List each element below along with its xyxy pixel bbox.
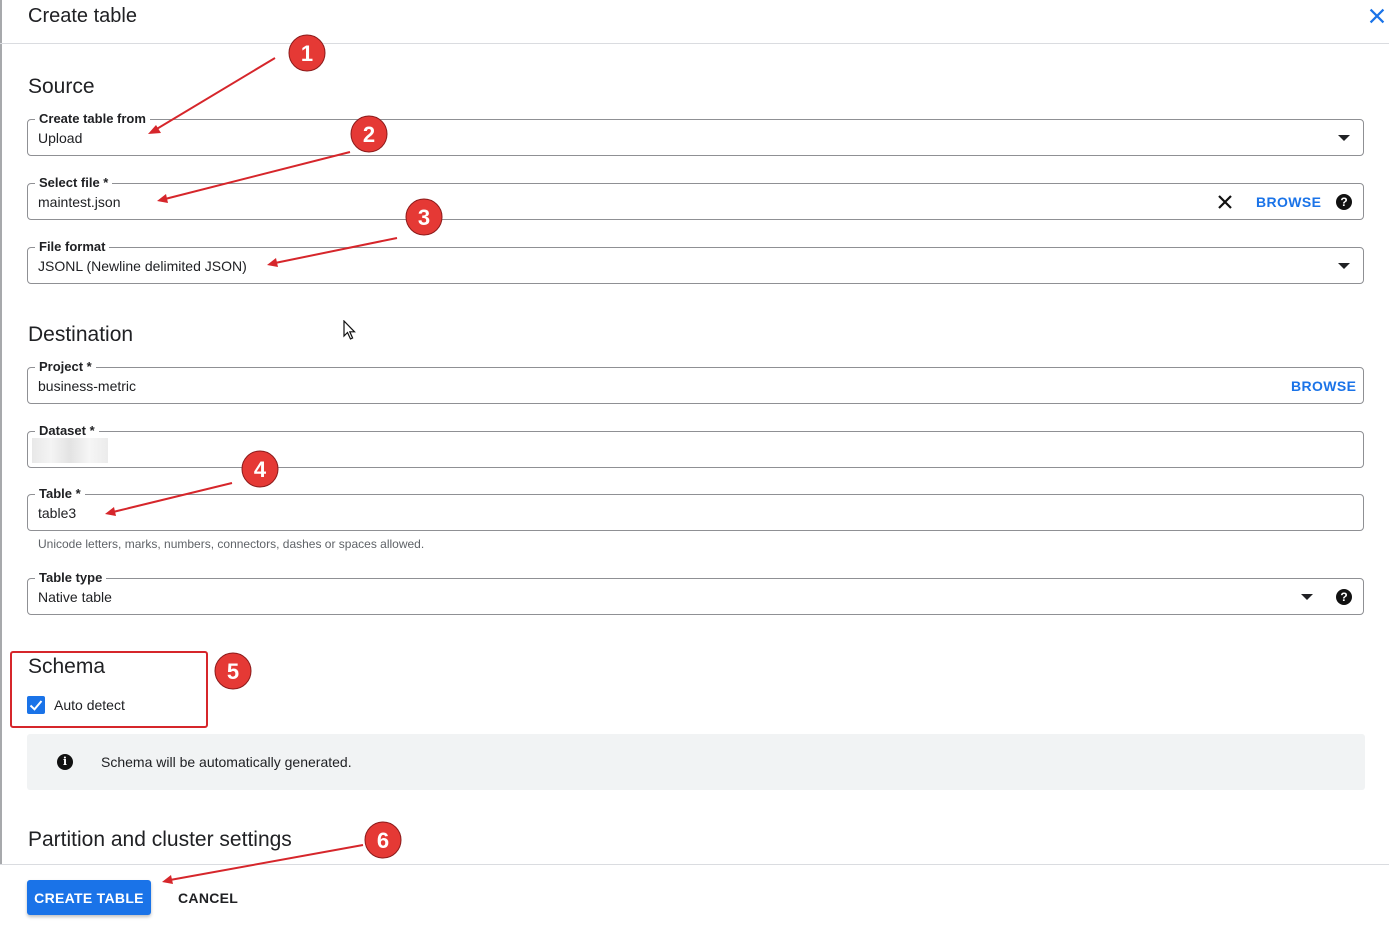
dialog-footer: CREATE TABLE CANCEL	[0, 864, 1389, 926]
select-file-field[interactable]: Select file * maintest.json BROWSE ?	[27, 175, 1364, 220]
create-table-button[interactable]: CREATE TABLE	[27, 880, 151, 915]
close-icon[interactable]	[1366, 5, 1388, 27]
file-format-select[interactable]: File format JSONL (Newline delimited JSO…	[27, 239, 1364, 284]
dialog-header: Create table	[0, 0, 1389, 44]
redacted-dataset-value	[32, 438, 108, 463]
table-name-field[interactable]: Table * table3	[27, 486, 1364, 531]
info-icon: i	[57, 754, 73, 770]
create-table-from-select[interactable]: Create table from Upload	[27, 111, 1364, 156]
table-name-hint: Unicode letters, marks, numbers, connect…	[38, 537, 425, 551]
create-table-from-label: Create table from	[35, 111, 150, 127]
file-format-value: JSONL (Newline delimited JSON)	[38, 258, 247, 274]
dialog-title: Create table	[28, 5, 137, 27]
table-name-label: Table *	[35, 486, 85, 502]
clear-icon[interactable]	[1216, 193, 1234, 211]
caret-down-icon	[1301, 594, 1313, 600]
select-file-label: Select file *	[35, 175, 113, 191]
annotation-marker-label: 5	[227, 659, 239, 684]
annotation-highlight-box	[10, 651, 208, 728]
create-table-from-value: Upload	[38, 130, 83, 146]
schema-info-panel: i Schema will be automatically generated…	[27, 734, 1365, 790]
help-icon[interactable]: ?	[1336, 194, 1352, 210]
section-heading-partition: Partition and cluster settings	[28, 828, 292, 851]
dataset-field[interactable]: Dataset *	[27, 423, 1364, 468]
table-type-value: Native table	[38, 589, 112, 605]
annotation-marker-label: 6	[377, 828, 389, 853]
table-name-value: table3	[38, 505, 77, 521]
annotation-marker	[364, 821, 402, 859]
caret-down-icon	[1338, 135, 1350, 141]
dataset-label: Dataset *	[35, 423, 99, 439]
project-field[interactable]: Project * business-metric BROWSE	[27, 359, 1364, 404]
schema-info-text: Schema will be automatically generated.	[101, 754, 352, 770]
project-label: Project *	[35, 359, 96, 375]
mouse-pointer-icon	[343, 320, 356, 340]
select-file-browse-button[interactable]: BROWSE	[1256, 194, 1321, 210]
project-browse-button[interactable]: BROWSE	[1291, 378, 1356, 394]
section-heading-source: Source	[28, 75, 95, 98]
caret-down-icon	[1338, 263, 1350, 269]
table-type-label: Table type	[35, 570, 107, 586]
help-icon[interactable]: ?	[1336, 589, 1352, 605]
cancel-button[interactable]: CANCEL	[168, 880, 248, 915]
table-type-select[interactable]: Table type Native table ?	[27, 570, 1364, 615]
annotation-marker	[214, 652, 252, 690]
dialog-left-edge	[0, 0, 2, 925]
project-value: business-metric	[38, 378, 137, 394]
select-file-value: maintest.json	[38, 194, 121, 210]
annotation-marker-label: 1	[301, 41, 313, 66]
section-heading-destination: Destination	[28, 323, 134, 346]
file-format-label: File format	[35, 239, 110, 255]
